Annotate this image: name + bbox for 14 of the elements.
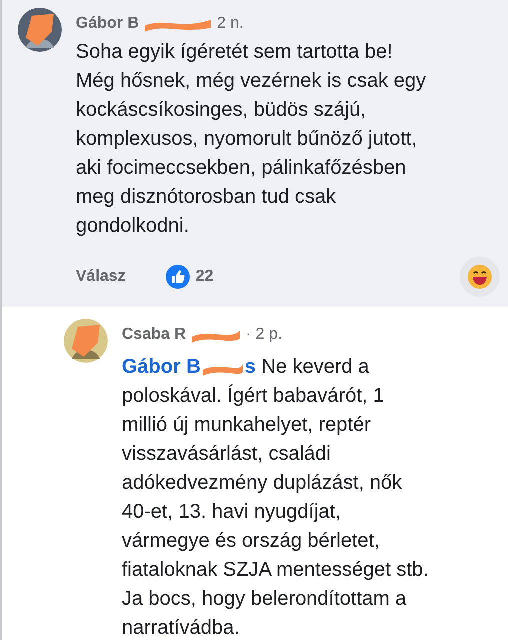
avatar[interactable] xyxy=(64,319,108,363)
like-count: 22 xyxy=(196,268,214,286)
comment-time: 2 n. xyxy=(217,15,244,33)
comment-text: Soha egyik ígéretét sem tartotta be! Még hősnek, még vezérnek is csak egy kockáscsíkosinges, büdös szájú, komplexusos, nyomorult bűnöző jutott, aki focimeccsekben, pálinkafőzésben meg disznótorosban tud csak gondolkodni. xyxy=(76,40,428,239)
author-name[interactable]: Csaba R xyxy=(122,326,186,344)
reply-button[interactable]: Válasz xyxy=(76,268,126,286)
comment-text: Gábor B s Ne keverd a poloskával. Ígért babavárót, 1 millió új munkahelyet, reptér visszavásárlást, családi adókedvezmény duplázást, nők 40-et, 13. havi nyugdíjat, vármegye és ország bérletet, fiataloknak SZJA mentességet stb. Ja bocs, hogy belerondítottam a narratívádba. xyxy=(122,355,430,640)
mention-link[interactable]: Gábor B s xyxy=(122,356,256,378)
avatar[interactable] xyxy=(18,8,62,52)
comment-time: · 2 p. xyxy=(246,326,282,344)
laughing-emoji-icon xyxy=(468,265,492,289)
like-icon[interactable] xyxy=(166,265,190,289)
reaction-button[interactable] xyxy=(460,257,500,297)
author-name[interactable]: Gábor B xyxy=(76,15,140,33)
